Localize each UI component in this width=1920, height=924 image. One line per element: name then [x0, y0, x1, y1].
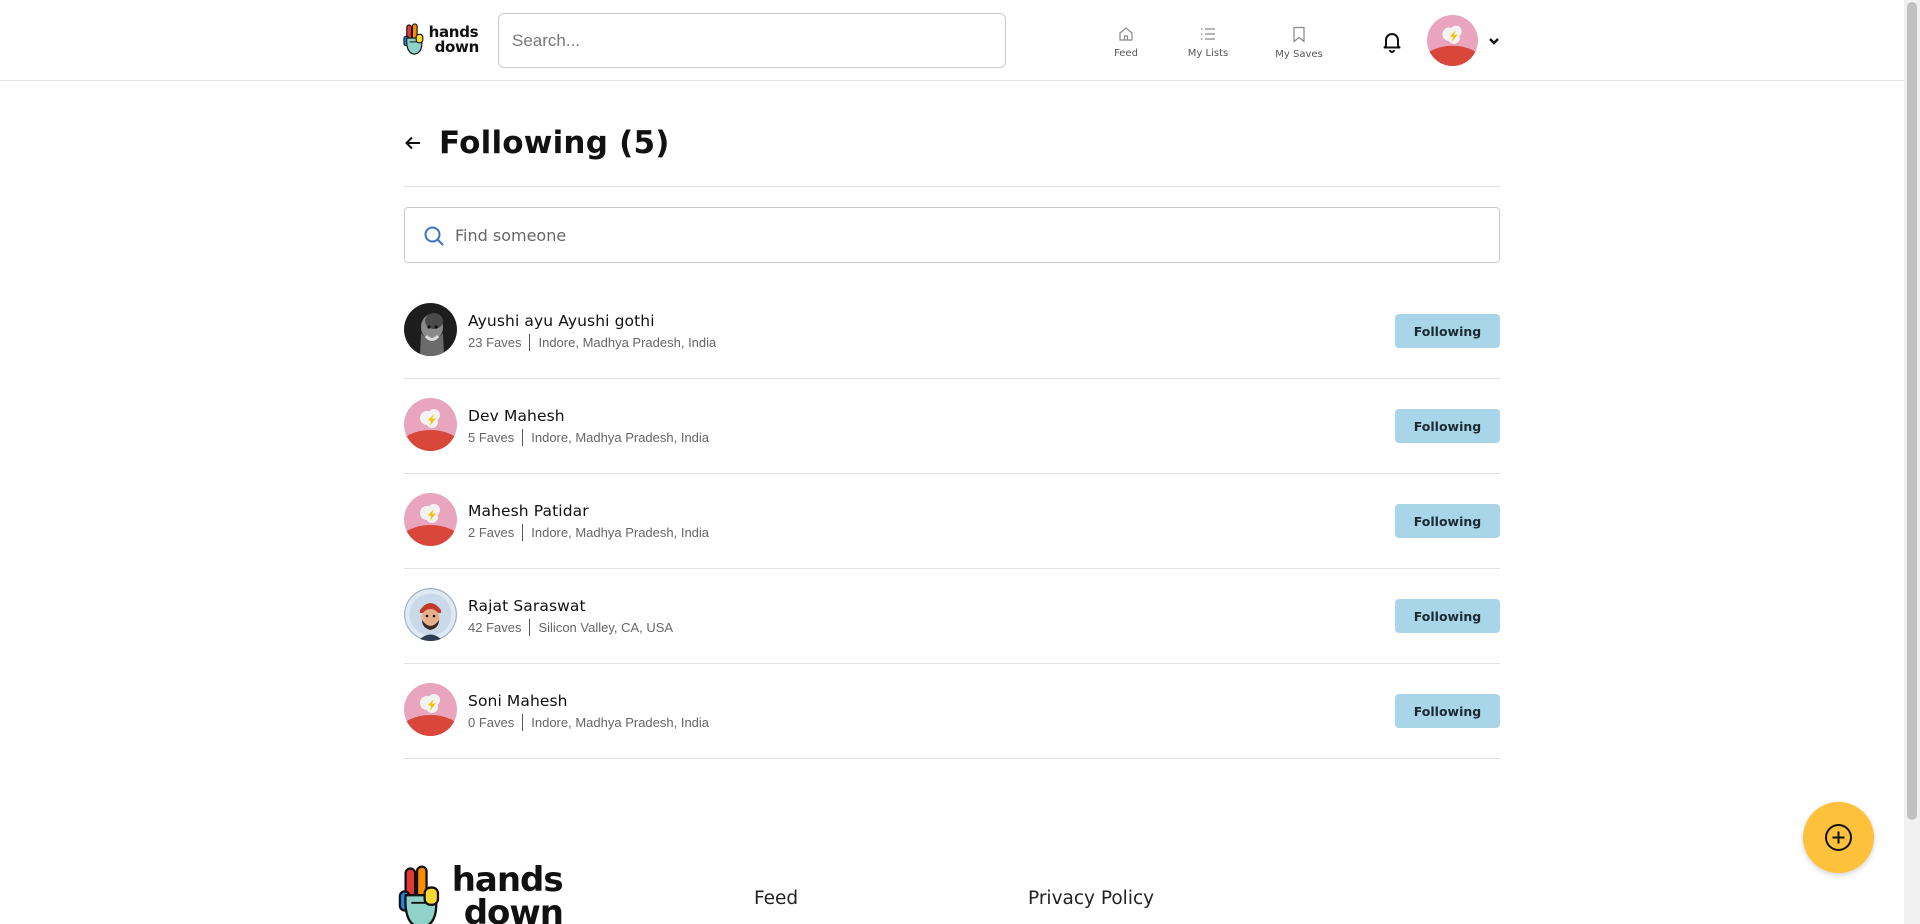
create-fab-button[interactable]	[1803, 802, 1874, 873]
footer-link-privacy-policy[interactable]: Privacy Policy	[1028, 888, 1154, 909]
default-avatar-icon	[404, 398, 457, 451]
nav-feed[interactable]: Feed	[1091, 24, 1161, 68]
user-meta: 0 Faves Indore, Madhya Pradesh, India	[468, 714, 709, 731]
meta-separator	[522, 524, 524, 541]
search-icon	[424, 226, 444, 246]
page-title: Following (5)	[439, 125, 670, 161]
find-someone-input[interactable]	[455, 208, 1485, 262]
user-meta: 5 Faves Indore, Madhya Pradesh, India	[468, 429, 709, 446]
page-scrollbar[interactable]	[1904, 0, 1920, 924]
avatar[interactable]	[404, 683, 457, 736]
faves-count: 42 Faves	[468, 620, 522, 635]
meta-separator	[529, 619, 531, 636]
list-item[interactable]: Ayushi ayu Ayushi gothi 23 Faves Indore,…	[404, 284, 1500, 379]
nav-my-lists[interactable]: My Lists	[1173, 24, 1243, 68]
default-avatar-icon	[404, 493, 457, 546]
user-photo-icon	[404, 303, 457, 356]
user-location: Indore, Madhya Pradesh, India	[531, 430, 710, 445]
bookmark-icon	[1293, 26, 1305, 43]
footer-link-feed[interactable]: Feed	[754, 888, 798, 909]
user-meta: 23 Faves Indore, Madhya Pradesh, India	[468, 334, 716, 351]
peace-hand-logo-icon	[403, 23, 424, 55]
list-item[interactable]: Dev Mahesh 5 Faves Indore, Madhya Prades…	[404, 379, 1500, 474]
user-name[interactable]: Ayushi ayu Ayushi gothi	[468, 312, 655, 330]
following-button[interactable]: Following	[1395, 504, 1500, 538]
following-button[interactable]: Following	[1395, 314, 1500, 348]
footer-logo-wordmark: hands down	[452, 863, 563, 924]
meta-separator	[529, 334, 531, 351]
list-item[interactable]: Rajat Saraswat 42 Faves Silicon Valley, …	[404, 569, 1500, 664]
peace-hand-logo-icon	[398, 865, 440, 924]
top-navbar: hands down Feed My Lists My Saves	[0, 0, 1904, 81]
footer-logo[interactable]: hands down	[398, 860, 563, 924]
avatar[interactable]	[404, 588, 457, 641]
handsdown-logo[interactable]: hands down	[403, 20, 479, 60]
plus-circle-icon	[1825, 824, 1852, 851]
nav-my-saves-label: My Saves	[1275, 49, 1323, 60]
faves-count: 2 Faves	[468, 525, 515, 540]
find-someone-box[interactable]	[404, 207, 1500, 263]
user-meta: 42 Faves Silicon Valley, CA, USA	[468, 619, 673, 636]
user-meta: 2 Faves Indore, Madhya Pradesh, India	[468, 524, 709, 541]
faves-count: 23 Faves	[468, 335, 522, 350]
avatar[interactable]	[404, 303, 457, 356]
global-search-input[interactable]	[498, 13, 1006, 68]
bell-icon[interactable]	[1380, 29, 1404, 53]
nav-my-lists-label: My Lists	[1187, 48, 1229, 59]
default-avatar-icon	[404, 683, 457, 736]
list-icon	[1201, 28, 1215, 40]
user-location: Silicon Valley, CA, USA	[538, 620, 674, 635]
chevron-down-icon[interactable]	[1487, 34, 1501, 48]
following-button[interactable]: Following	[1395, 409, 1500, 443]
footer-logo-word-2: down	[463, 893, 563, 924]
list-item[interactable]: Mahesh Patidar 2 Faves Indore, Madhya Pr…	[404, 474, 1500, 569]
divider	[404, 186, 1500, 187]
default-avatar-icon	[1427, 15, 1478, 66]
cartoon-avatar-icon	[404, 588, 457, 641]
faves-count: 0 Faves	[468, 715, 515, 730]
nav-feed-label: Feed	[1114, 48, 1138, 59]
user-name[interactable]: Mahesh Patidar	[468, 502, 589, 520]
user-name[interactable]: Rajat Saraswat	[468, 597, 586, 615]
list-item[interactable]: Soni Mahesh 0 Faves Indore, Madhya Prade…	[404, 664, 1500, 759]
meta-separator	[522, 714, 524, 731]
logo-wordmark: hands down	[429, 25, 480, 56]
scrollbar-thumb[interactable]	[1907, 2, 1917, 820]
meta-separator	[522, 429, 524, 446]
user-location: Indore, Madhya Pradesh, India	[531, 525, 710, 540]
user-location: Indore, Madhya Pradesh, India	[538, 335, 717, 350]
avatar[interactable]	[404, 398, 457, 451]
faves-count: 5 Faves	[468, 430, 515, 445]
following-button[interactable]: Following	[1395, 694, 1500, 728]
user-name[interactable]: Dev Mahesh	[468, 407, 565, 425]
profile-avatar[interactable]	[1427, 15, 1478, 66]
following-button[interactable]: Following	[1395, 599, 1500, 633]
logo-word-2: down	[434, 38, 480, 56]
user-name[interactable]: Soni Mahesh	[468, 692, 568, 710]
nav-my-saves[interactable]: My Saves	[1264, 24, 1334, 68]
page-header: Following (5)	[404, 120, 670, 166]
following-list: Ayushi ayu Ayushi gothi 23 Faves Indore,…	[404, 284, 1500, 759]
home-icon	[1119, 27, 1133, 41]
avatar[interactable]	[404, 493, 457, 546]
user-location: Indore, Madhya Pradesh, India	[531, 715, 710, 730]
arrow-left-icon[interactable]	[404, 134, 422, 152]
